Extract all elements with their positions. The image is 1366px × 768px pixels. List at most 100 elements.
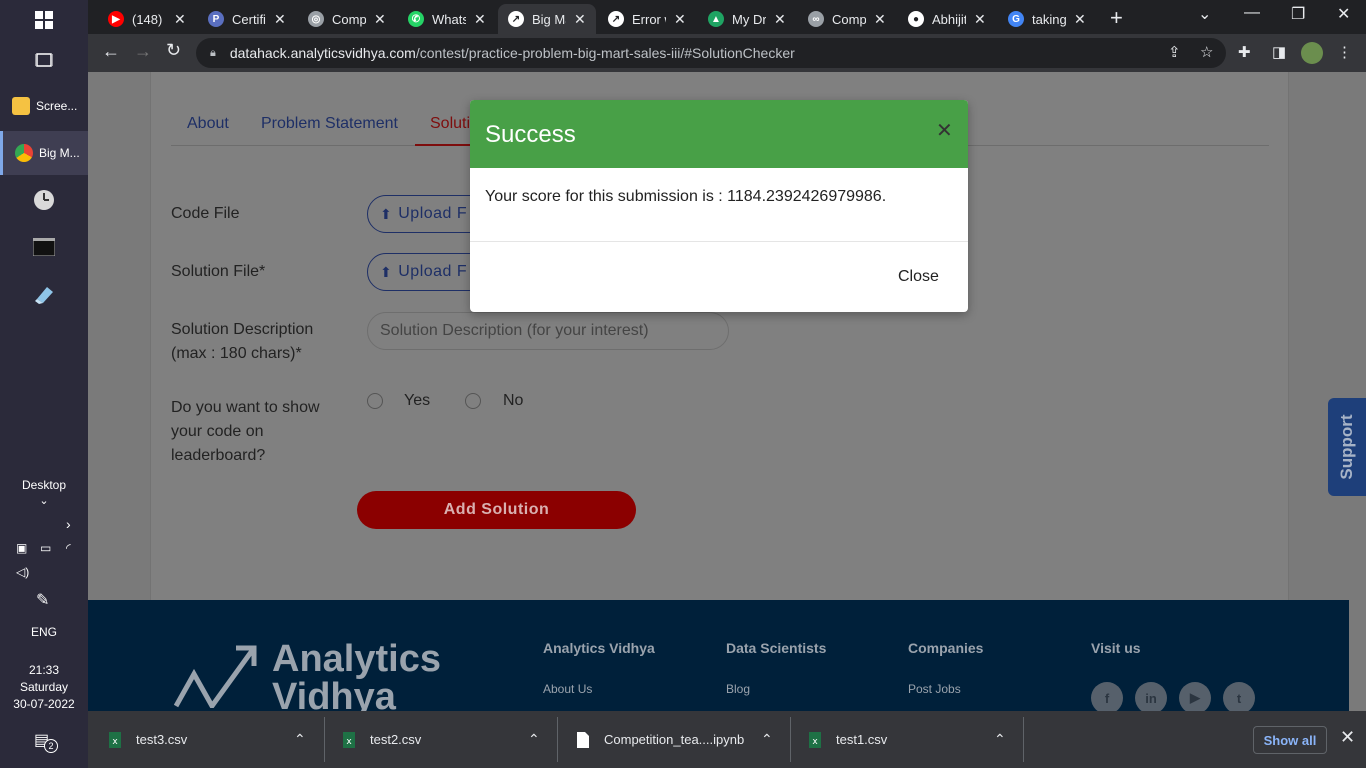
clock-time[interactable]: 21:33 — [0, 663, 88, 677]
logo-wordmark[interactable]: Analytics Vidhya — [272, 640, 441, 711]
tab-solution-checker[interactable]: Soluti — [430, 115, 470, 133]
logo-line2: Vidhya — [272, 676, 396, 711]
download-menu-caret-icon[interactable]: ⌃ — [994, 731, 1006, 748]
forward-button[interactable]: → — [134, 41, 152, 62]
url-path: /contest/practice-problem-big-mart-sales… — [415, 45, 795, 61]
tray-camera-icon[interactable]: ▣ — [16, 541, 27, 555]
profile-avatar[interactable] — [1301, 42, 1323, 64]
browser-tab[interactable]: ✆ Whats ✕ — [398, 4, 496, 34]
radio-no-label[interactable]: No — [503, 392, 523, 410]
download-menu-caret-icon[interactable]: ⌃ — [294, 731, 306, 748]
taskbar-app-explorer[interactable]: Scree... — [0, 84, 88, 128]
clock-app-icon[interactable] — [0, 188, 88, 212]
support-button[interactable]: Support — [1328, 398, 1366, 496]
download-filename: test2.csv — [370, 732, 422, 747]
tab-about[interactable]: About — [187, 115, 229, 133]
language-indicator[interactable]: ENG — [0, 625, 88, 639]
svg-text:x: x — [346, 737, 352, 747]
youtube-icon[interactable]: ▶ — [1179, 682, 1211, 711]
volume-icon[interactable]: ◁) — [16, 565, 29, 579]
taskbar-app-label: Scree... — [36, 99, 78, 113]
eraser-app-icon[interactable] — [0, 282, 88, 306]
close-tab-icon[interactable]: ✕ — [674, 11, 686, 28]
tab-title: Compe — [332, 11, 366, 27]
tab-search-icon[interactable]: ⌄ — [1198, 4, 1211, 24]
description-label-line1: Solution Description — [171, 321, 314, 338]
menu-kebab-icon[interactable]: ⋮ — [1337, 43, 1352, 61]
svg-text:x: x — [112, 737, 118, 747]
solution-description-input[interactable]: Solution Description (for your interest) — [367, 312, 729, 350]
close-tab-icon[interactable]: ✕ — [874, 11, 886, 28]
close-tab-icon[interactable]: ✕ — [774, 11, 786, 28]
desktop-label[interactable]: Desktop — [0, 478, 88, 492]
solution-file-label: Solution File* — [171, 263, 266, 280]
show-code-label-line1: Do you want to show — [171, 399, 320, 416]
facebook-icon[interactable]: f — [1091, 682, 1123, 711]
download-item[interactable]: Competition_tea....ipynb — [576, 711, 744, 768]
download-menu-caret-icon[interactable]: ⌃ — [528, 731, 540, 748]
address-bar[interactable]: 🔒︎ datahack.analyticsvidhya.com/contest/… — [196, 38, 1226, 68]
footer-link-blog[interactable]: Blog — [726, 682, 750, 696]
close-tab-icon[interactable]: ✕ — [274, 11, 286, 28]
close-tab-icon[interactable]: ✕ — [174, 11, 186, 28]
browser-toolbar: ← → ↻ 🔒︎ datahack.analyticsvidhya.com/co… — [88, 34, 1366, 72]
browser-tab[interactable]: ◎ Compe ✕ — [298, 4, 396, 34]
task-view-icon[interactable] — [0, 48, 88, 72]
minimize-button[interactable]: — — [1244, 4, 1260, 22]
footer-link-post-jobs[interactable]: Post Jobs — [908, 682, 961, 696]
browser-tab[interactable]: ● Abhijit ✕ — [898, 4, 996, 34]
infinity-icon: ∞ — [808, 11, 824, 27]
close-tab-icon[interactable]: ✕ — [374, 11, 386, 28]
linkedin-icon[interactable]: in — [1135, 682, 1167, 711]
close-tab-icon[interactable]: ✕ — [974, 11, 986, 28]
download-filename: test1.csv — [836, 732, 888, 747]
tab-problem-statement[interactable]: Problem Statement — [261, 115, 398, 133]
download-menu-caret-icon[interactable]: ⌃ — [761, 731, 773, 748]
browser-tab[interactable]: ▲ My Dri ✕ — [698, 4, 796, 34]
browser-tab[interactable]: ∞ Compe ✕ — [798, 4, 896, 34]
browser-tab[interactable]: P Certific ✕ — [198, 4, 296, 34]
add-solution-button[interactable]: Add Solution — [357, 491, 636, 529]
side-panel-icon[interactable]: ◨ — [1272, 43, 1286, 61]
close-downloads-bar-icon[interactable]: ✕ — [1340, 727, 1355, 748]
show-all-downloads-button[interactable]: Show all — [1253, 726, 1327, 754]
twitter-icon[interactable]: t — [1223, 682, 1255, 711]
browser-tab[interactable]: ↗ Error w ✕ — [598, 4, 696, 34]
download-item[interactable]: x test3.csv — [108, 711, 187, 768]
close-tab-icon[interactable]: ✕ — [474, 11, 486, 28]
close-tab-icon[interactable]: ✕ — [1074, 11, 1086, 28]
excel-file-icon: x — [109, 731, 121, 748]
wifi-icon[interactable]: ◜ — [66, 541, 71, 555]
reload-button[interactable]: ↻ — [166, 40, 181, 61]
share-icon[interactable]: ⇪ — [1168, 43, 1181, 61]
close-window-button[interactable]: ✕ — [1337, 4, 1350, 24]
back-button[interactable]: ← — [102, 41, 120, 62]
bookmark-star-icon[interactable]: ☆ — [1200, 43, 1213, 61]
radio-yes-label[interactable]: Yes — [404, 392, 430, 410]
pen-icon[interactable]: ✎ — [36, 590, 49, 610]
taskbar-app-chrome[interactable]: Big M... — [0, 131, 88, 175]
radio-yes[interactable] — [367, 393, 383, 409]
restore-button[interactable]: ❐ — [1291, 4, 1305, 24]
tab-title: My Dri — [732, 11, 766, 27]
new-tab-button[interactable]: + — [1110, 5, 1123, 31]
tab-title: Compe — [832, 11, 866, 27]
battery-icon[interactable]: ▭ — [40, 541, 51, 555]
browser-tab[interactable]: ▶ (148) Y ✕ — [98, 4, 196, 34]
chevron-down-icon[interactable]: ⌄ — [0, 494, 88, 507]
success-modal: Success ✕ Your score for this submission… — [470, 100, 968, 312]
extensions-icon[interactable]: ✚ — [1238, 43, 1251, 61]
footer-link-about-us[interactable]: About Us — [543, 682, 592, 696]
browser-tab[interactable]: Gtaking ✕ — [998, 4, 1096, 34]
modal-close-x-icon[interactable]: ✕ — [936, 118, 953, 143]
terminal-icon[interactable] — [0, 235, 88, 259]
modal-header: Success ✕ — [470, 100, 968, 168]
download-item[interactable]: x test1.csv — [808, 711, 887, 768]
close-tab-icon[interactable]: ✕ — [574, 11, 586, 28]
windows-start-icon[interactable] — [0, 8, 88, 32]
chevron-right-icon[interactable]: › — [66, 516, 71, 532]
modal-close-button[interactable]: Close — [898, 268, 939, 286]
browser-tab[interactable]: ↗ Big Ma ✕ — [498, 4, 596, 34]
radio-no[interactable] — [465, 393, 481, 409]
download-item[interactable]: x test2.csv — [342, 711, 421, 768]
